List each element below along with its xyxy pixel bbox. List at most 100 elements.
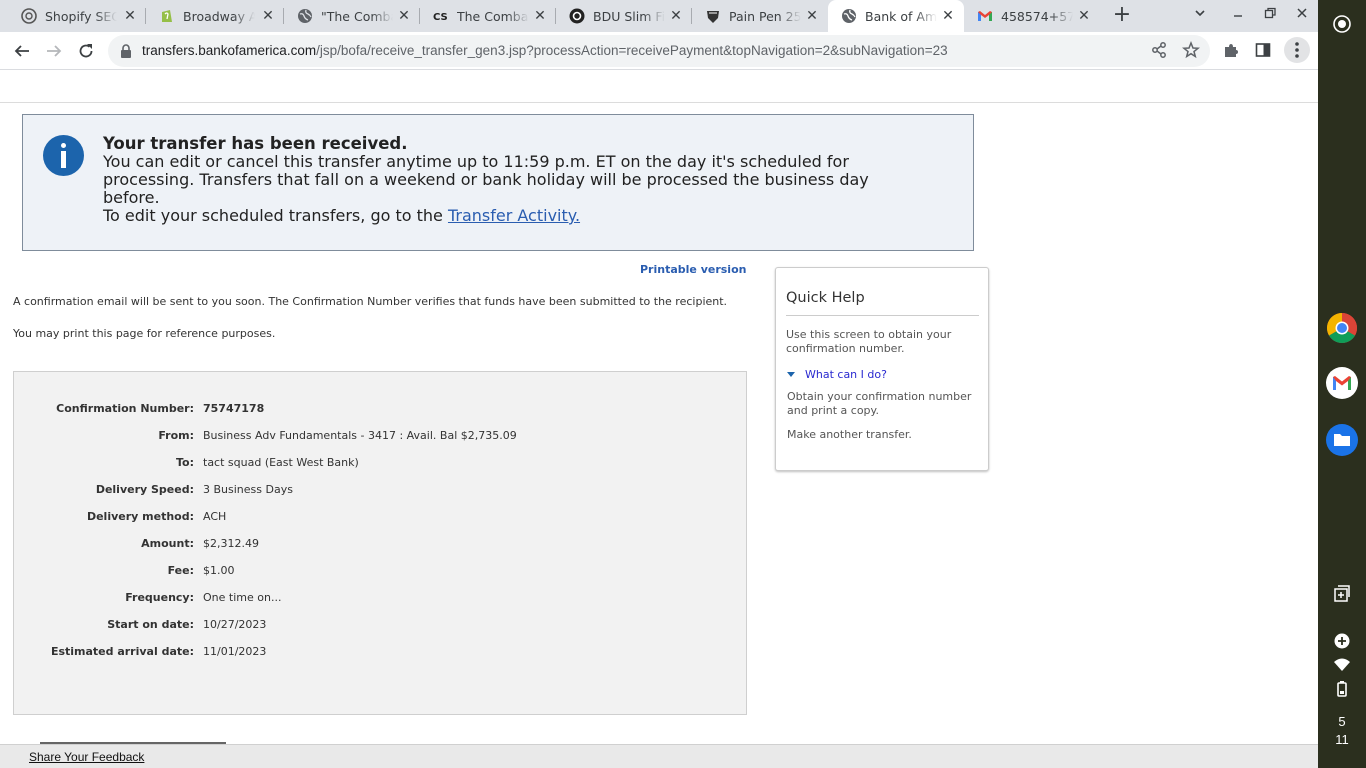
notice-heading: Your transfer has been received. — [103, 134, 408, 153]
detail-row-frequency: Frequency: One time on... — [14, 591, 748, 607]
wifi-icon[interactable] — [1332, 655, 1352, 675]
cs-logo-icon: CS — [433, 8, 449, 24]
detail-label: Frequency: — [125, 591, 194, 604]
url-host: transfers.bankofamerica.com — [142, 43, 317, 58]
detail-value: ACH — [203, 510, 227, 523]
forward-arrow-icon[interactable] — [42, 39, 66, 63]
notice-line-4: To edit your scheduled transfers, go to … — [103, 207, 903, 225]
detail-row-fee: Fee: $1.00 — [14, 564, 748, 580]
tab-bank-of-america[interactable]: Bank of Amer ✕ — [828, 0, 964, 32]
detail-value: 3 Business Days — [203, 483, 293, 496]
confirmation-email-text: A confirmation email will be sent to you… — [13, 295, 728, 308]
shopify-icon — [159, 8, 175, 24]
tab-broadway[interactable]: Broadway Am ✕ — [146, 0, 284, 32]
battery-icon[interactable] — [1332, 679, 1352, 699]
notice-line-4-prefix: To edit your scheduled transfers, go to … — [103, 206, 448, 225]
reload-icon[interactable] — [74, 39, 98, 63]
detail-value: 11/01/2023 — [203, 645, 267, 658]
side-panel-icon[interactable] — [1254, 41, 1274, 61]
share-feedback-link[interactable]: Share Your Feedback — [29, 750, 144, 764]
detail-label: Delivery method: — [86, 510, 194, 523]
shield-logo-icon — [705, 8, 721, 24]
clock-hour[interactable]: 5 — [1318, 714, 1366, 729]
globe-icon — [297, 8, 313, 24]
launcher-icon[interactable] — [1332, 14, 1352, 34]
clock-minute[interactable]: 11 — [1318, 732, 1366, 747]
close-tab-icon[interactable]: ✕ — [122, 8, 138, 24]
url-path: /jsp/bofa/receive_transfer_gen3.jsp?proc… — [316, 43, 948, 58]
close-window-icon[interactable] — [1292, 6, 1312, 26]
detail-label: Fee: — [167, 564, 194, 577]
minimize-icon[interactable] — [1228, 6, 1248, 26]
tab-title: 458574+576 — [1001, 8, 1073, 24]
tab-title: Shopify SEO S — [45, 8, 117, 24]
svg-text:CS: CS — [433, 12, 448, 23]
printable-version-link[interactable]: Printable version — [640, 263, 746, 276]
quick-help-panel: Quick Help Use this screen to obtain you… — [775, 267, 989, 471]
screen-capture-icon[interactable] — [1332, 584, 1352, 604]
feedback-tab-edge — [40, 742, 226, 744]
detail-value: $2,312.49 — [203, 537, 259, 550]
menu-kebab-icon[interactable] — [1284, 37, 1310, 63]
close-tab-icon[interactable]: ✕ — [396, 8, 412, 24]
add-circle-icon[interactable] — [1332, 631, 1352, 651]
browser-toolbar: transfers.bankofamerica.com/jsp/bofa/rec… — [0, 32, 1318, 70]
quick-help-intro: Use this screen to obtain your confirmat… — [786, 328, 952, 355]
notice-line-1: You can edit or cancel this transfer any… — [103, 152, 849, 171]
tab-title: "The Combat — [321, 8, 393, 24]
detail-label: Delivery Speed: — [95, 483, 194, 496]
detail-row-confirmation: Confirmation Number: 75747178 — [14, 402, 748, 418]
transfer-received-notice: Your transfer has been received. You can… — [22, 114, 974, 251]
bookmark-star-icon[interactable] — [1182, 40, 1202, 61]
detail-value: One time on... — [203, 591, 282, 604]
transfer-activity-link[interactable]: Transfer Activity. — [448, 206, 580, 225]
tab-strip: Shopify SEO S ✕ Broadway Am ✕ "The Comba… — [0, 0, 1318, 32]
chrome-app-icon[interactable] — [1326, 312, 1358, 344]
detail-row-delivery-speed: Delivery Speed: 3 Business Days — [14, 483, 748, 499]
gmail-app-icon[interactable] — [1326, 367, 1358, 399]
back-arrow-icon[interactable] — [10, 39, 34, 63]
address-bar[interactable]: transfers.bankofamerica.com/jsp/bofa/rec… — [108, 35, 1210, 67]
transfer-details-panel: Confirmation Number: 75747178 From: Busine… — [13, 371, 747, 715]
restore-icon[interactable] — [1260, 6, 1280, 26]
files-app-icon[interactable] — [1326, 424, 1358, 456]
detail-row-arrival-date: Estimated arrival date: 11/01/2023 — [14, 645, 748, 661]
quick-help-divider — [786, 315, 979, 316]
tab-combat-quote[interactable]: "The Combat ✕ — [284, 0, 420, 32]
expand-triangle-icon — [787, 372, 795, 377]
close-tab-icon[interactable]: ✕ — [260, 8, 276, 24]
tab-gmail[interactable]: 458574+576 ✕ — [964, 0, 1100, 32]
os-shelf: 5 11 — [1318, 0, 1366, 768]
what-can-i-do-label: What can I do? — [805, 368, 887, 381]
tab-bdu-slim-fit[interactable]: BDU Slim Fit ✕ — [556, 0, 692, 32]
print-note-text: You may print this page for reference pu… — [13, 327, 276, 340]
tab-the-combat[interactable]: CS The Combat ✕ — [420, 0, 556, 32]
share-icon[interactable] — [1150, 41, 1170, 61]
close-tab-icon[interactable]: ✕ — [532, 8, 548, 24]
tab-pain-pen[interactable]: Pain Pen 25, ✕ — [692, 0, 828, 32]
tab-title: Pain Pen 25, — [729, 8, 801, 24]
tab-search-chevron-icon[interactable] — [1190, 6, 1210, 26]
make-another-transfer-text: Make another transfer. — [787, 428, 912, 441]
detail-row-to: To: tact squad (East West Bank) — [14, 456, 748, 472]
header-divider — [0, 102, 1318, 103]
detail-value: $1.00 — [203, 564, 235, 577]
close-tab-icon[interactable]: ✕ — [804, 8, 820, 24]
browser-window: Shopify SEO S ✕ Broadway Am ✕ "The Comba… — [0, 0, 1318, 768]
new-tab-button[interactable]: + — [1112, 4, 1132, 28]
page-content: Your transfer has been received. You can… — [0, 71, 1318, 768]
detail-label: To: — [176, 456, 194, 469]
detail-label: From: — [158, 429, 194, 442]
url-text[interactable]: transfers.bankofamerica.com/jsp/bofa/rec… — [142, 43, 948, 58]
lock-icon[interactable] — [118, 43, 134, 59]
close-tab-icon[interactable]: ✕ — [940, 8, 956, 24]
globe-icon — [841, 8, 857, 24]
detail-row-delivery-method: Delivery method: ACH — [14, 510, 748, 526]
tab-shopify-seo[interactable]: Shopify SEO S ✕ — [8, 0, 146, 32]
detail-label: Estimated arrival date: — [50, 645, 194, 658]
extensions-puzzle-icon[interactable] — [1222, 41, 1242, 61]
quick-help-answer: Obtain your confirmation number and prin… — [787, 390, 972, 417]
close-tab-icon[interactable]: ✕ — [1076, 8, 1092, 24]
what-can-i-do-toggle[interactable]: What can I do? — [787, 368, 887, 381]
close-tab-icon[interactable]: ✕ — [668, 8, 684, 24]
